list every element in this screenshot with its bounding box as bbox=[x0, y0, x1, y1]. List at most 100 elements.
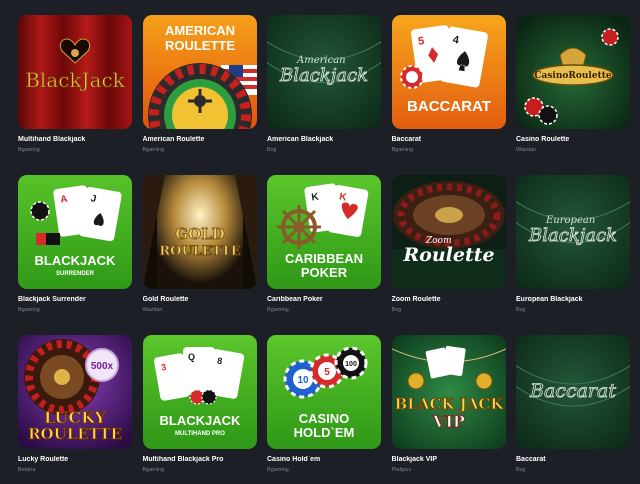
game-card-blackjack-vip[interactable]: BLACK JACK VIP Blackjack VIP Platipus bbox=[391, 335, 506, 473]
svg-text:10: 10 bbox=[297, 375, 309, 386]
game-thumbnail[interactable]: 3 Q 8 BLACKJACK MULTIHAND PRO bbox=[142, 335, 257, 449]
game-card-casino-holdem[interactable]: 10 5 100 CASINO HOLD`EM Casino Hold`em B… bbox=[267, 335, 381, 473]
game-provider: Bsg bbox=[516, 467, 526, 473]
art-title-line2: ROULETTE bbox=[164, 38, 234, 53]
art-title: Baccarat bbox=[529, 380, 616, 402]
art-title-line1: AMERICAN bbox=[164, 23, 234, 38]
game-title[interactable]: Caribbean Poker bbox=[267, 296, 381, 303]
game-title[interactable]: Zoom Roulette bbox=[392, 296, 506, 303]
game-provider: Bsg bbox=[516, 307, 526, 313]
svg-text:100: 100 bbox=[345, 361, 357, 368]
game-thumbnail[interactable]: American Blackjack bbox=[267, 15, 381, 129]
game-title[interactable]: Baccarat bbox=[516, 456, 630, 463]
game-card-multihand-blackjack[interactable]: BlackJack Multihand Blackjack Bgaming bbox=[18, 15, 132, 153]
art-title-line1: CARIBBEAN bbox=[285, 251, 363, 266]
art-title-line1: BLACKJACK bbox=[35, 253, 117, 268]
art-title: BACCARAT bbox=[407, 98, 491, 115]
art-title-line2: ROULETTE bbox=[159, 244, 240, 259]
game-provider: Belatra bbox=[18, 467, 36, 473]
game-provider: Platipus bbox=[391, 467, 412, 473]
game-title[interactable]: Baccarat bbox=[392, 136, 506, 143]
game-art: 10 5 100 CASINO HOLD`EM bbox=[267, 335, 381, 449]
game-card-multihand-blackjack-pro[interactable]: 3 Q 8 BLACKJACK MULTIHAND PRO Multihand … bbox=[142, 335, 257, 473]
game-provider: Bsg bbox=[267, 147, 277, 153]
art-title-line2: HOLD`EM bbox=[294, 425, 355, 440]
game-title[interactable]: Blackjack VIP bbox=[392, 456, 506, 463]
game-art: 5 4 BACCARAT bbox=[391, 15, 506, 129]
game-thumbnail[interactable]: 500x LUCKY ROULETTE bbox=[18, 335, 132, 449]
game-provider: Bgaming bbox=[267, 467, 289, 473]
game-card-american-roulette[interactable]: AMERICAN ROULETTE American Roulette Bgam… bbox=[142, 15, 257, 153]
game-provider: Bgaming bbox=[142, 467, 165, 473]
game-provider: Bgaming bbox=[267, 307, 289, 313]
art-title-line2: VIP bbox=[432, 412, 465, 431]
game-card-lucky-roulette[interactable]: 500x LUCKY ROULETTE Lucky Roulette Belat… bbox=[18, 335, 132, 473]
game-provider: Wazdan bbox=[142, 307, 163, 313]
game-thumbnail[interactable]: European Blackjack bbox=[516, 175, 630, 289]
game-thumbnail[interactable]: 5 4 BACCARAT bbox=[391, 15, 506, 129]
game-provider: Bgaming bbox=[18, 147, 40, 153]
svg-text:5: 5 bbox=[324, 367, 330, 378]
game-art: BLACK JACK VIP bbox=[391, 335, 506, 449]
game-art: GOLD ROULETTE bbox=[142, 175, 257, 289]
game-thumbnail[interactable]: A J BLACKJACK SURRENDER bbox=[18, 175, 132, 289]
art-title-line2: Blackjack bbox=[528, 225, 617, 246]
game-thumbnail[interactable]: 10 5 100 CASINO HOLD`EM bbox=[267, 335, 381, 449]
art-title-line1: GOLD bbox=[175, 225, 224, 243]
game-card-european-blackjack[interactable]: European Blackjack European Blackjack Bs… bbox=[516, 175, 630, 313]
game-card-casino-roulette[interactable]: CasinoRoulette Casino Roulette Wazdan bbox=[516, 15, 630, 153]
art-title-line2: POKER bbox=[301, 265, 348, 280]
game-title[interactable]: American Blackjack bbox=[267, 136, 381, 143]
art-title-line2: Blackjack bbox=[279, 65, 368, 86]
game-thumbnail[interactable]: BlackJack bbox=[18, 15, 132, 129]
game-title[interactable]: Lucky Roulette bbox=[18, 456, 132, 463]
game-art: 3 Q 8 BLACKJACK MULTIHAND PRO bbox=[142, 335, 257, 449]
game-card-american-blackjack[interactable]: American Blackjack American Blackjack Bs… bbox=[267, 15, 381, 153]
svg-text:A: A bbox=[60, 194, 69, 206]
game-art: Baccarat bbox=[516, 335, 630, 449]
game-art: 500x LUCKY ROULETTE bbox=[18, 335, 132, 449]
game-art: European Blackjack bbox=[516, 175, 630, 289]
game-title[interactable]: Multihand Blackjack bbox=[18, 136, 132, 143]
game-card-caribbean-poker[interactable]: K K CARIBBEAN POKER Caribbean Poker Bgam… bbox=[267, 175, 381, 313]
game-title[interactable]: American Roulette bbox=[143, 136, 257, 143]
game-art: Zoom Roulette bbox=[391, 175, 506, 289]
game-card-blackjack-surrender[interactable]: A J BLACKJACK SURRENDER Blackjack Surren… bbox=[18, 175, 132, 313]
svg-text:Q: Q bbox=[188, 352, 195, 362]
game-thumbnail[interactable]: Zoom Roulette bbox=[391, 175, 506, 289]
art-title-line1: BLACKJACK bbox=[159, 413, 241, 428]
game-title[interactable]: Blackjack Surrender bbox=[18, 296, 132, 303]
game-card-baccarat-bsg[interactable]: Baccarat Baccarat Bsg bbox=[516, 335, 630, 473]
game-provider: Bgaming bbox=[18, 307, 40, 313]
game-thumbnail[interactable]: Baccarat bbox=[516, 335, 630, 449]
art-title-line2: ROULETTE bbox=[28, 425, 122, 443]
art-multiplier: 500x bbox=[91, 361, 114, 372]
art-title: BlackJack bbox=[25, 68, 125, 92]
art-title-line1: BLACK JACK bbox=[394, 395, 504, 413]
game-title[interactable]: Casino Roulette bbox=[516, 136, 630, 143]
game-grid: BlackJack Multihand Blackjack Bgaming AM… bbox=[18, 15, 630, 473]
art-title-line2: MULTIHAND PRO bbox=[175, 431, 225, 437]
game-title[interactable]: Multihand Blackjack Pro bbox=[143, 456, 257, 463]
game-art: BlackJack bbox=[18, 15, 132, 129]
game-art: K K CARIBBEAN POKER bbox=[267, 175, 381, 289]
game-card-gold-roulette[interactable]: GOLD ROULETTE Gold Roulette Wazdan bbox=[142, 175, 257, 313]
game-provider: Bsg bbox=[391, 307, 401, 313]
art-title-line2: Roulette bbox=[402, 244, 494, 266]
game-art: American Blackjack bbox=[267, 15, 381, 129]
game-title[interactable]: Casino Hold`em bbox=[267, 456, 381, 463]
game-thumbnail[interactable]: GOLD ROULETTE bbox=[142, 175, 257, 289]
game-thumbnail[interactable]: K K CARIBBEAN POKER bbox=[267, 175, 381, 289]
art-title-line2: SURRENDER bbox=[56, 271, 95, 277]
game-art: CasinoRoulette bbox=[516, 15, 630, 129]
art-title: CasinoRoulette bbox=[534, 71, 612, 81]
game-card-baccarat-bgaming[interactable]: 5 4 BACCARAT Baccarat Bgaming bbox=[391, 15, 506, 153]
game-title[interactable]: Gold Roulette bbox=[143, 296, 257, 303]
game-thumbnail[interactable]: CasinoRoulette bbox=[516, 15, 630, 129]
game-card-zoom-roulette[interactable]: Zoom Roulette Zoom Roulette Bsg bbox=[391, 175, 506, 313]
game-title[interactable]: European Blackjack bbox=[516, 296, 630, 303]
game-thumbnail[interactable]: AMERICAN ROULETTE bbox=[142, 15, 257, 129]
game-thumbnail[interactable]: BLACK JACK VIP bbox=[391, 335, 506, 449]
game-provider: Bgaming bbox=[391, 147, 414, 153]
game-provider: Bgaming bbox=[142, 147, 165, 153]
